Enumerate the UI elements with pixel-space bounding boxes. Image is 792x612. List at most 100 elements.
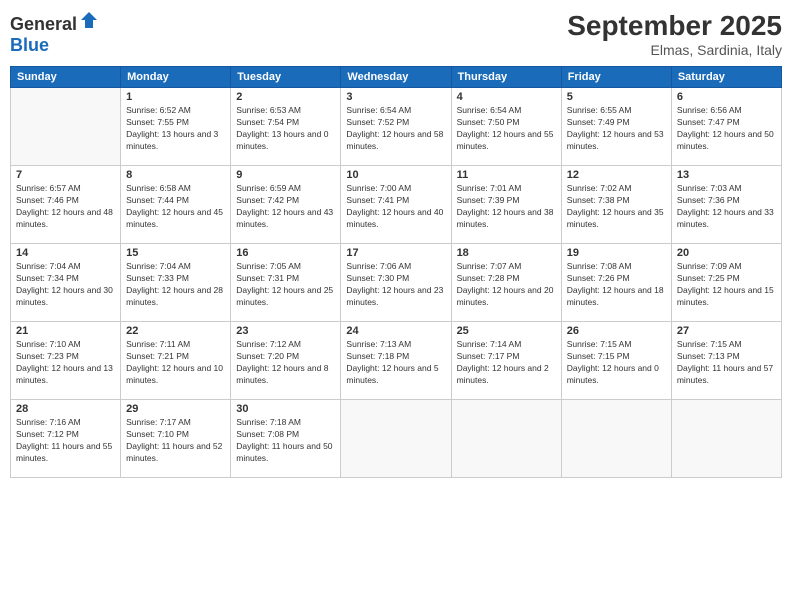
calendar-cell: 2 Sunrise: 6:53 AMSunset: 7:54 PMDaylight… <box>231 88 341 166</box>
calendar-cell: 18 Sunrise: 7:07 AMSunset: 7:28 PMDayligh… <box>451 244 561 322</box>
calendar-table: Sunday Monday Tuesday Wednesday Thursday… <box>10 66 782 478</box>
day-number: 23 <box>236 325 335 337</box>
day-number: 5 <box>567 91 666 103</box>
calendar-cell: 14Sunrise: 7:04 AMSunset: 7:34 PMDayligh… <box>11 244 121 322</box>
day-number: 11 <box>457 169 556 181</box>
col-friday: Friday <box>561 67 671 88</box>
calendar-cell: 11 Sunrise: 7:01 AMSunset: 7:39 PMDayligh… <box>451 166 561 244</box>
day-info: Sunrise: 7:05 AMSunset: 7:31 PMDaylight:… <box>236 261 335 309</box>
day-number: 14 <box>16 247 115 259</box>
calendar-cell: 17Sunrise: 7:06 AMSunset: 7:30 PMDayligh… <box>341 244 451 322</box>
day-info: Sunrise: 6:58 AMSunset: 7:44 PMDaylight:… <box>126 183 225 231</box>
calendar-cell: 9 Sunrise: 6:59 AMSunset: 7:42 PMDaylight… <box>231 166 341 244</box>
day-info: Sunrise: 7:07 AMSunset: 7:28 PMDaylight:… <box>457 261 556 309</box>
col-thursday: Thursday <box>451 67 561 88</box>
logo-general: General <box>10 14 77 34</box>
calendar-cell: 22 Sunrise: 7:11 AMSunset: 7:21 PMDayligh… <box>121 322 231 400</box>
day-number: 3 <box>346 91 445 103</box>
col-saturday: Saturday <box>671 67 781 88</box>
day-number: 27 <box>677 325 776 337</box>
day-number: 29 <box>126 403 225 415</box>
day-info: Sunrise: 7:12 AMSunset: 7:20 PMDaylight:… <box>236 339 335 387</box>
calendar-week-row: 14Sunrise: 7:04 AMSunset: 7:34 PMDayligh… <box>11 244 782 322</box>
col-wednesday: Wednesday <box>341 67 451 88</box>
day-info: Sunrise: 6:59 AMSunset: 7:42 PMDaylight:… <box>236 183 335 231</box>
day-number: 19 <box>567 247 666 259</box>
logo-blue: Blue <box>10 35 49 55</box>
header: General Blue September 2025 Elmas, Sardi… <box>10 10 782 58</box>
day-info: Sunrise: 7:15 AMSunset: 7:13 PMDaylight:… <box>677 339 776 387</box>
day-number: 6 <box>677 91 776 103</box>
day-number: 13 <box>677 169 776 181</box>
calendar-cell: 10 Sunrise: 7:00 AMSunset: 7:41 PMDayligh… <box>341 166 451 244</box>
calendar-cell: 21 Sunrise: 7:10 AMSunset: 7:23 PMDayligh… <box>11 322 121 400</box>
calendar-cell: 27 Sunrise: 7:15 AMSunset: 7:13 PMDayligh… <box>671 322 781 400</box>
day-info: Sunrise: 7:14 AMSunset: 7:17 PMDaylight:… <box>457 339 556 387</box>
day-info: Sunrise: 6:54 AMSunset: 7:50 PMDaylight:… <box>457 105 556 153</box>
calendar-cell <box>671 400 781 478</box>
calendar-week-row: 1Sunrise: 6:52 AMSunset: 7:55 PMDaylight… <box>11 88 782 166</box>
day-number: 25 <box>457 325 556 337</box>
day-info: Sunrise: 7:00 AMSunset: 7:41 PMDaylight:… <box>346 183 445 231</box>
calendar-cell: 6 Sunrise: 6:56 AMSunset: 7:47 PMDaylight… <box>671 88 781 166</box>
day-number: 10 <box>346 169 445 181</box>
col-tuesday: Tuesday <box>231 67 341 88</box>
day-number: 8 <box>126 169 225 181</box>
day-info: Sunrise: 7:04 AMSunset: 7:33 PMDaylight:… <box>126 261 225 309</box>
day-info: Sunrise: 6:54 AMSunset: 7:52 PMDaylight:… <box>346 105 445 153</box>
day-info: Sunrise: 7:01 AMSunset: 7:39 PMDaylight:… <box>457 183 556 231</box>
logo-icon <box>79 10 99 30</box>
day-number: 30 <box>236 403 335 415</box>
day-number: 2 <box>236 91 335 103</box>
day-info: Sunrise: 7:03 AMSunset: 7:36 PMDaylight:… <box>677 183 776 231</box>
day-number: 28 <box>16 403 115 415</box>
calendar-cell: 24 Sunrise: 7:13 AMSunset: 7:18 PMDayligh… <box>341 322 451 400</box>
calendar-cell: 23 Sunrise: 7:12 AMSunset: 7:20 PMDayligh… <box>231 322 341 400</box>
day-number: 18 <box>457 247 556 259</box>
day-number: 12 <box>567 169 666 181</box>
day-info: Sunrise: 7:11 AMSunset: 7:21 PMDaylight:… <box>126 339 225 387</box>
day-info: Sunrise: 6:56 AMSunset: 7:47 PMDaylight:… <box>677 105 776 153</box>
calendar-cell: 5 Sunrise: 6:55 AMSunset: 7:49 PMDaylight… <box>561 88 671 166</box>
day-number: 9 <box>236 169 335 181</box>
day-number: 7 <box>16 169 115 181</box>
calendar-cell: 7Sunrise: 6:57 AMSunset: 7:46 PMDaylight… <box>11 166 121 244</box>
calendar-week-row: 7Sunrise: 6:57 AMSunset: 7:46 PMDaylight… <box>11 166 782 244</box>
calendar-cell: 26 Sunrise: 7:15 AMSunset: 7:15 PMDayligh… <box>561 322 671 400</box>
day-info: Sunrise: 7:06 AMSunset: 7:30 PMDaylight:… <box>346 261 445 309</box>
page: General Blue September 2025 Elmas, Sardi… <box>0 0 792 612</box>
location-subtitle: Elmas, Sardinia, Italy <box>567 42 782 58</box>
calendar-cell: 19 Sunrise: 7:08 AMSunset: 7:26 PMDayligh… <box>561 244 671 322</box>
calendar-cell: 29Sunrise: 7:17 AMSunset: 7:10 PMDayligh… <box>121 400 231 478</box>
day-info: Sunrise: 6:55 AMSunset: 7:49 PMDaylight:… <box>567 105 666 153</box>
calendar-header-row: Sunday Monday Tuesday Wednesday Thursday… <box>11 67 782 88</box>
calendar-week-row: 21 Sunrise: 7:10 AMSunset: 7:23 PMDayligh… <box>11 322 782 400</box>
calendar-cell: 30 Sunrise: 7:18 AMSunset: 7:08 PMDayligh… <box>231 400 341 478</box>
calendar-cell: 15 Sunrise: 7:04 AMSunset: 7:33 PMDayligh… <box>121 244 231 322</box>
month-title: September 2025 <box>567 10 782 42</box>
logo: General Blue <box>10 10 99 56</box>
day-number: 21 <box>16 325 115 337</box>
day-number: 26 <box>567 325 666 337</box>
calendar-cell: 25 Sunrise: 7:14 AMSunset: 7:17 PMDayligh… <box>451 322 561 400</box>
day-number: 22 <box>126 325 225 337</box>
calendar-cell: 28 Sunrise: 7:16 AMSunset: 7:12 PMDayligh… <box>11 400 121 478</box>
calendar-cell: 13 Sunrise: 7:03 AMSunset: 7:36 PMDayligh… <box>671 166 781 244</box>
day-info: Sunrise: 6:52 AMSunset: 7:55 PMDaylight:… <box>126 105 225 153</box>
day-info: Sunrise: 7:10 AMSunset: 7:23 PMDaylight:… <box>16 339 115 387</box>
calendar-cell: 20Sunrise: 7:09 AMSunset: 7:25 PMDayligh… <box>671 244 781 322</box>
col-monday: Monday <box>121 67 231 88</box>
day-number: 4 <box>457 91 556 103</box>
day-info: Sunrise: 7:08 AMSunset: 7:26 PMDaylight:… <box>567 261 666 309</box>
day-info: Sunrise: 6:53 AMSunset: 7:54 PMDaylight:… <box>236 105 335 153</box>
day-info: Sunrise: 7:16 AMSunset: 7:12 PMDaylight:… <box>16 417 115 465</box>
col-sunday: Sunday <box>11 67 121 88</box>
day-info: Sunrise: 7:15 AMSunset: 7:15 PMDaylight:… <box>567 339 666 387</box>
calendar-cell: 8 Sunrise: 6:58 AMSunset: 7:44 PMDaylight… <box>121 166 231 244</box>
day-info: Sunrise: 7:13 AMSunset: 7:18 PMDaylight:… <box>346 339 445 387</box>
day-number: 15 <box>126 247 225 259</box>
calendar-cell: 4 Sunrise: 6:54 AMSunset: 7:50 PMDaylight… <box>451 88 561 166</box>
calendar-cell: 1Sunrise: 6:52 AMSunset: 7:55 PMDaylight… <box>121 88 231 166</box>
day-number: 24 <box>346 325 445 337</box>
day-info: Sunrise: 7:18 AMSunset: 7:08 PMDaylight:… <box>236 417 335 465</box>
